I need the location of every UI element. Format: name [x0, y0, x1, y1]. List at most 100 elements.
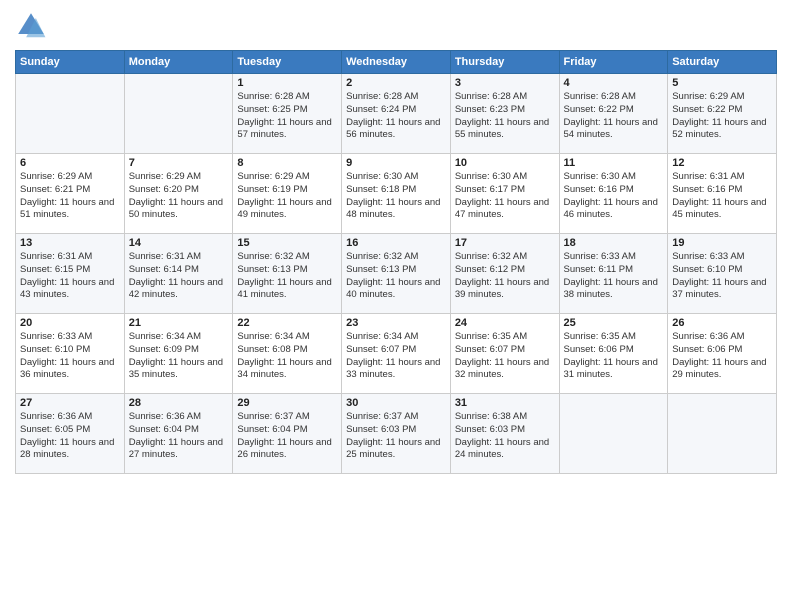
- calendar-cell: 18 Sunrise: 6:33 AM Sunset: 6:11 PM Dayli…: [559, 234, 668, 314]
- calendar-cell: 3 Sunrise: 6:28 AM Sunset: 6:23 PM Daylig…: [450, 74, 559, 154]
- calendar-cell: 8 Sunrise: 6:29 AM Sunset: 6:19 PM Daylig…: [233, 154, 342, 234]
- weekday-thursday: Thursday: [450, 51, 559, 74]
- day-number: 3: [455, 77, 555, 89]
- day-number: 1: [237, 77, 337, 89]
- calendar-cell: 26 Sunrise: 6:36 AM Sunset: 6:06 PM Dayli…: [668, 314, 777, 394]
- day-info: Sunrise: 6:31 AM Sunset: 6:14 PM Dayligh…: [129, 251, 229, 302]
- day-info: Sunrise: 6:33 AM Sunset: 6:10 PM Dayligh…: [20, 331, 120, 382]
- day-number: 19: [672, 237, 772, 249]
- calendar-cell: 29Sunrise: 6:37 AM Sunset: 6:04 PM Dayli…: [233, 394, 342, 474]
- calendar-cell: 9 Sunrise: 6:30 AM Sunset: 6:18 PM Daylig…: [342, 154, 451, 234]
- day-number: 31: [455, 397, 555, 409]
- day-number: 16: [346, 237, 446, 249]
- calendar-cell: 23 Sunrise: 6:34 AM Sunset: 6:07 PM Dayli…: [342, 314, 451, 394]
- day-info: Sunrise: 6:36 AM Sunset: 6:05 PM Dayligh…: [20, 411, 120, 462]
- day-info: Sunrise: 6:33 AM Sunset: 6:11 PM Dayligh…: [564, 251, 664, 302]
- day-info: Sunrise: 6:35 AM Sunset: 6:07 PM Dayligh…: [455, 331, 555, 382]
- calendar-cell: 28 Sunrise: 6:36 AM Sunset: 6:04 PM Dayli…: [124, 394, 233, 474]
- calendar-cell: 1 Sunrise: 6:28 AM Sunset: 6:25 PM Daylig…: [233, 74, 342, 154]
- day-info: Sunrise: 6:35 AM Sunset: 6:06 PM Dayligh…: [564, 331, 664, 382]
- weekday-wednesday: Wednesday: [342, 51, 451, 74]
- day-info: Sunrise: 6:36 AM Sunset: 6:04 PM Dayligh…: [129, 411, 229, 462]
- day-info: Sunrise: 6:31 AM Sunset: 6:16 PM Dayligh…: [672, 171, 772, 222]
- calendar-cell: 27 Sunrise: 6:36 AM Sunset: 6:05 PM Dayli…: [16, 394, 125, 474]
- day-info: Sunrise: 6:36 AM Sunset: 6:06 PM Dayligh…: [672, 331, 772, 382]
- calendar-cell: 19 Sunrise: 6:33 AM Sunset: 6:10 PM Dayli…: [668, 234, 777, 314]
- day-info: Sunrise: 6:28 AM Sunset: 6:24 PM Dayligh…: [346, 91, 446, 142]
- calendar-cell: 4Sunrise: 6:28 AM Sunset: 6:22 PM Daylig…: [559, 74, 668, 154]
- calendar-cell: [559, 394, 668, 474]
- calendar-cell: 15 Sunrise: 6:32 AM Sunset: 6:13 PM Dayli…: [233, 234, 342, 314]
- calendar-cell: 30 Sunrise: 6:37 AM Sunset: 6:03 PM Dayli…: [342, 394, 451, 474]
- day-number: 24: [455, 317, 555, 329]
- day-number: 7: [129, 157, 229, 169]
- day-info: Sunrise: 6:28 AM Sunset: 6:25 PM Dayligh…: [237, 91, 337, 142]
- calendar-week-4: 20 Sunrise: 6:33 AM Sunset: 6:10 PM Dayli…: [16, 314, 777, 394]
- day-info: Sunrise: 6:30 AM Sunset: 6:17 PM Dayligh…: [455, 171, 555, 222]
- day-number: 30: [346, 397, 446, 409]
- calendar-cell: 16 Sunrise: 6:32 AM Sunset: 6:13 PM Dayli…: [342, 234, 451, 314]
- calendar-week-5: 27 Sunrise: 6:36 AM Sunset: 6:05 PM Dayli…: [16, 394, 777, 474]
- calendar-cell: 12 Sunrise: 6:31 AM Sunset: 6:16 PM Dayli…: [668, 154, 777, 234]
- day-number: 14: [129, 237, 229, 249]
- calendar-cell: 13Sunrise: 6:31 AM Sunset: 6:15 PM Dayli…: [16, 234, 125, 314]
- calendar-cell: 24 Sunrise: 6:35 AM Sunset: 6:07 PM Dayli…: [450, 314, 559, 394]
- weekday-monday: Monday: [124, 51, 233, 74]
- calendar-cell: [124, 74, 233, 154]
- day-info: Sunrise: 6:30 AM Sunset: 6:18 PM Dayligh…: [346, 171, 446, 222]
- day-number: 26: [672, 317, 772, 329]
- day-number: 11: [564, 157, 664, 169]
- calendar-cell: 25Sunrise: 6:35 AM Sunset: 6:06 PM Dayli…: [559, 314, 668, 394]
- calendar-cell: 11 Sunrise: 6:30 AM Sunset: 6:16 PM Dayli…: [559, 154, 668, 234]
- day-number: 17: [455, 237, 555, 249]
- day-info: Sunrise: 6:34 AM Sunset: 6:07 PM Dayligh…: [346, 331, 446, 382]
- logo-icon: [15, 10, 47, 42]
- calendar-table: SundayMondayTuesdayWednesdayThursdayFrid…: [15, 50, 777, 474]
- weekday-tuesday: Tuesday: [233, 51, 342, 74]
- day-info: Sunrise: 6:32 AM Sunset: 6:12 PM Dayligh…: [455, 251, 555, 302]
- calendar-cell: 10 Sunrise: 6:30 AM Sunset: 6:17 PM Dayli…: [450, 154, 559, 234]
- day-number: 21: [129, 317, 229, 329]
- day-info: Sunrise: 6:29 AM Sunset: 6:20 PM Dayligh…: [129, 171, 229, 222]
- day-number: 8: [237, 157, 337, 169]
- logo: [15, 10, 53, 42]
- day-number: 20: [20, 317, 120, 329]
- day-info: Sunrise: 6:34 AM Sunset: 6:09 PM Dayligh…: [129, 331, 229, 382]
- calendar-week-1: 1 Sunrise: 6:28 AM Sunset: 6:25 PM Daylig…: [16, 74, 777, 154]
- weekday-saturday: Saturday: [668, 51, 777, 74]
- day-number: 18: [564, 237, 664, 249]
- day-info: Sunrise: 6:28 AM Sunset: 6:23 PM Dayligh…: [455, 91, 555, 142]
- calendar-cell: 14 Sunrise: 6:31 AM Sunset: 6:14 PM Dayli…: [124, 234, 233, 314]
- day-number: 12: [672, 157, 772, 169]
- day-info: Sunrise: 6:33 AM Sunset: 6:10 PM Dayligh…: [672, 251, 772, 302]
- day-info: Sunrise: 6:28 AM Sunset: 6:22 PM Dayligh…: [564, 91, 664, 142]
- day-info: Sunrise: 6:37 AM Sunset: 6:03 PM Dayligh…: [346, 411, 446, 462]
- calendar-cell: 6 Sunrise: 6:29 AM Sunset: 6:21 PM Daylig…: [16, 154, 125, 234]
- day-info: Sunrise: 6:29 AM Sunset: 6:21 PM Dayligh…: [20, 171, 120, 222]
- day-number: 10: [455, 157, 555, 169]
- calendar-cell: [668, 394, 777, 474]
- calendar-cell: 5 Sunrise: 6:29 AM Sunset: 6:22 PM Daylig…: [668, 74, 777, 154]
- day-info: Sunrise: 6:29 AM Sunset: 6:19 PM Dayligh…: [237, 171, 337, 222]
- weekday-sunday: Sunday: [16, 51, 125, 74]
- day-info: Sunrise: 6:32 AM Sunset: 6:13 PM Dayligh…: [346, 251, 446, 302]
- day-number: 27: [20, 397, 120, 409]
- calendar-cell: 7 Sunrise: 6:29 AM Sunset: 6:20 PM Daylig…: [124, 154, 233, 234]
- weekday-header-row: SundayMondayTuesdayWednesdayThursdayFrid…: [16, 51, 777, 74]
- day-number: 15: [237, 237, 337, 249]
- day-info: Sunrise: 6:32 AM Sunset: 6:13 PM Dayligh…: [237, 251, 337, 302]
- calendar-cell: 17 Sunrise: 6:32 AM Sunset: 6:12 PM Dayli…: [450, 234, 559, 314]
- day-number: 28: [129, 397, 229, 409]
- calendar-week-2: 6 Sunrise: 6:29 AM Sunset: 6:21 PM Daylig…: [16, 154, 777, 234]
- page-header: [15, 10, 777, 42]
- day-number: 23: [346, 317, 446, 329]
- day-info: Sunrise: 6:31 AM Sunset: 6:15 PM Dayligh…: [20, 251, 120, 302]
- day-info: Sunrise: 6:38 AM Sunset: 6:03 PM Dayligh…: [455, 411, 555, 462]
- day-number: 9: [346, 157, 446, 169]
- day-number: 5: [672, 77, 772, 89]
- calendar-week-3: 13Sunrise: 6:31 AM Sunset: 6:15 PM Dayli…: [16, 234, 777, 314]
- day-info: Sunrise: 6:29 AM Sunset: 6:22 PM Dayligh…: [672, 91, 772, 142]
- day-info: Sunrise: 6:30 AM Sunset: 6:16 PM Dayligh…: [564, 171, 664, 222]
- day-number: 6: [20, 157, 120, 169]
- day-number: 29: [237, 397, 337, 409]
